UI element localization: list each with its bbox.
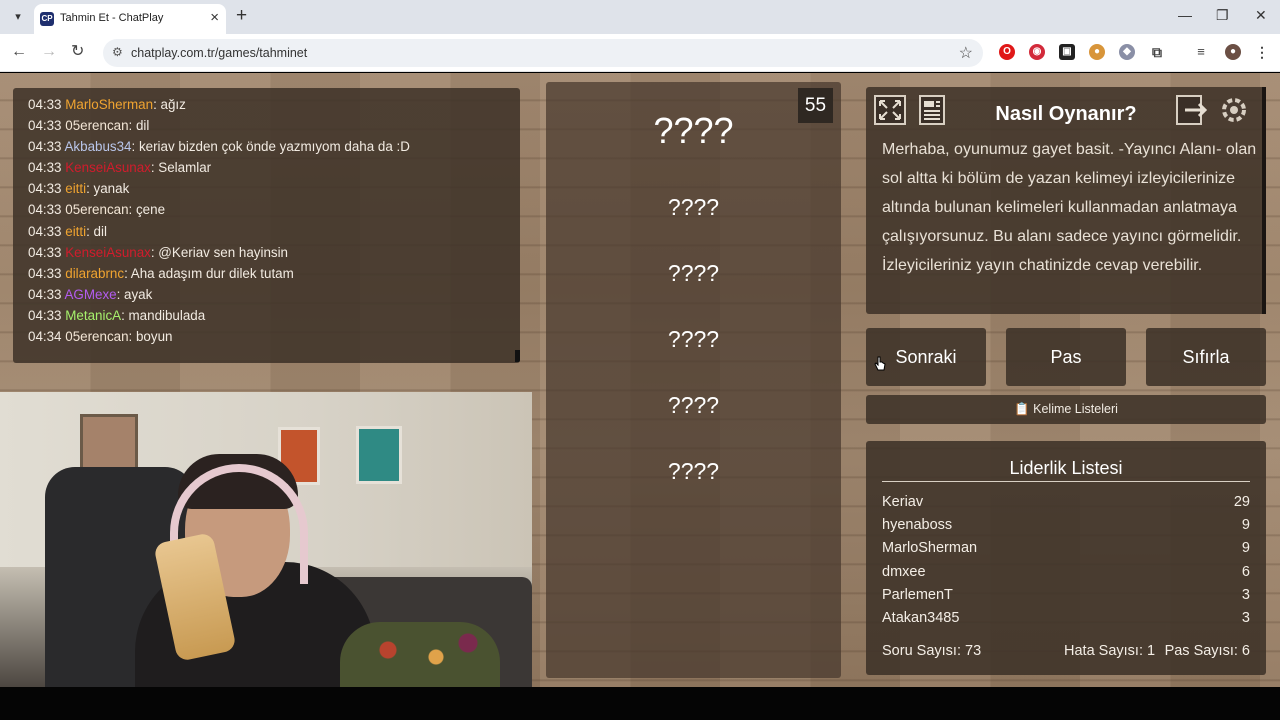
player-score: 29 bbox=[1233, 494, 1250, 510]
player-score: 3 bbox=[1241, 609, 1250, 626]
media-icon[interactable]: ≡ bbox=[1193, 44, 1209, 60]
extension-red-icon[interactable]: ◉ bbox=[1029, 44, 1045, 60]
leaderboard-row: ParlemenT 3 bbox=[882, 584, 1250, 607]
leaderboard-row: Atakan3485 3 bbox=[882, 607, 1250, 630]
tab-active[interactable]: CP Tahmin Et - ChatPlay × bbox=[34, 4, 226, 34]
tab-search-button[interactable]: ▾ bbox=[8, 7, 28, 27]
chat-username[interactable]: 05erencan bbox=[65, 202, 128, 217]
chatplay-favicon-icon: CP bbox=[40, 12, 54, 26]
word-lists-button[interactable]: 📋 Kelime Listeleri bbox=[866, 395, 1266, 424]
player-score: 9 bbox=[1241, 540, 1250, 557]
chat-username[interactable]: eitti bbox=[65, 181, 86, 196]
player-name: MarloSherman bbox=[882, 540, 978, 557]
webcam-video bbox=[0, 392, 532, 692]
extension-orange-icon[interactable]: ● bbox=[1089, 44, 1105, 60]
taboo-word: ???? bbox=[667, 392, 720, 418]
tab-title: Tahmin Et - ChatPlay bbox=[60, 12, 164, 24]
tab-bar: ▾ CP Tahmin Et - ChatPlay × + — ❐ ✕ bbox=[0, 0, 1280, 34]
leaderboard-row: Keriav 29 bbox=[882, 491, 1250, 514]
minimize-icon[interactable]: — bbox=[1178, 7, 1192, 23]
pass-button[interactable]: Pas bbox=[1006, 328, 1126, 386]
leaderboard-panel: Liderlik Listesi Keriav 29 hyenaboss 9 Mar… bbox=[866, 441, 1266, 675]
player-score: 6 bbox=[1241, 563, 1250, 580]
gear-icon[interactable] bbox=[1217, 94, 1251, 126]
player-name: hyenaboss bbox=[882, 517, 953, 534]
chat-username[interactable]: Akbabus34 bbox=[65, 139, 132, 154]
chat-message: 04:33 05erencan: dil bbox=[28, 118, 150, 134]
leaderboard-row: MarloSherman 9 bbox=[882, 537, 1250, 560]
pass-count: Pas Sayısı: 6 bbox=[1164, 643, 1250, 659]
player-name: Keriav bbox=[882, 494, 924, 510]
reset-button[interactable]: Sıfırla bbox=[1146, 328, 1266, 386]
chat-message: 04:33 MetanicA: mandibulada bbox=[28, 307, 206, 323]
page-bottom-bar bbox=[0, 687, 1280, 720]
words-panel: 55 ???? ???? ???? ???? ???? ???? bbox=[546, 82, 841, 678]
leaderboard-row: hyenaboss 9 bbox=[882, 514, 1250, 537]
chat-username[interactable]: eitti bbox=[65, 224, 86, 239]
player-name: ParlemenT bbox=[882, 586, 953, 603]
forward-icon[interactable]: → bbox=[41, 43, 57, 61]
browser-toolbar: ← → ↻ ⚙ chatplay.com.tr/games/tahminet ☆… bbox=[0, 34, 1280, 72]
back-icon[interactable]: ← bbox=[11, 43, 27, 61]
mouse-cursor-icon bbox=[874, 356, 886, 372]
chat-username[interactable]: 05erencan bbox=[65, 118, 128, 133]
chat-list: 04:33 MarloSherman: ağız 04:33 05erencan… bbox=[28, 94, 510, 347]
leaderboard-row: dmxee 6 bbox=[882, 561, 1250, 584]
main-word: ???? bbox=[653, 110, 734, 151]
chat-message: 04:33 AGMexe: ayak bbox=[28, 286, 153, 302]
chat-username[interactable]: MetanicA bbox=[65, 308, 121, 323]
extension-dark-icon[interactable]: ▣ bbox=[1059, 44, 1075, 60]
leaderboard-divider bbox=[882, 481, 1250, 482]
chat-panel: 04:33 MarloSherman: ağız 04:33 05erencan… bbox=[13, 88, 520, 363]
shield-icon[interactable]: ◆ bbox=[1119, 44, 1135, 60]
profile-icon[interactable]: ● bbox=[1225, 44, 1241, 60]
webcam-painting bbox=[356, 426, 402, 484]
howto-description: Merhaba, oyunumuz gayet basit. -Yayıncı … bbox=[882, 141, 1257, 274]
error-count: Hata Sayısı: 1 bbox=[1064, 643, 1156, 659]
player-name: dmxee bbox=[882, 563, 926, 580]
taboo-word: ???? bbox=[667, 260, 720, 286]
leaderboard-list: Keriav 29 hyenaboss 9 MarloSherman 9 dmxee 6… bbox=[882, 491, 1250, 630]
leaderboard-title: Liderlik Listesi bbox=[1009, 458, 1123, 478]
chat-message: 04:33 eitti: dil bbox=[28, 223, 107, 239]
chat-scrollbar[interactable] bbox=[515, 350, 520, 362]
taboo-word: ???? bbox=[667, 458, 720, 484]
player-score: 9 bbox=[1241, 517, 1250, 534]
puzzle-icon[interactable]: ⧉ bbox=[1149, 44, 1165, 60]
player-score: 3 bbox=[1241, 586, 1250, 603]
chat-username[interactable]: AGMexe bbox=[65, 287, 117, 302]
chat-username[interactable]: 05erencan bbox=[65, 329, 128, 344]
chat-message: 04:33 05erencan: çene bbox=[28, 202, 166, 218]
chat-message: 04:33 KenseiAsunax: Selamlar bbox=[28, 160, 212, 176]
chat-username[interactable]: MarloSherman bbox=[65, 97, 153, 112]
close-window-icon[interactable]: ✕ bbox=[1255, 7, 1267, 24]
question-count: Soru Sayısı: 73 bbox=[882, 643, 982, 659]
new-tab-icon[interactable]: + bbox=[236, 6, 247, 26]
chat-username[interactable]: KenseiAsunax bbox=[65, 160, 151, 175]
restore-icon[interactable]: ❐ bbox=[1216, 7, 1229, 24]
taboo-word: ???? bbox=[667, 326, 720, 352]
webcam-plant bbox=[340, 622, 500, 692]
chat-message: 04:33 Akbabus34: keriav bizden çok önde … bbox=[28, 139, 410, 155]
chat-username[interactable]: dilarabrnc bbox=[65, 266, 124, 281]
chat-message: 04:33 KenseiAsunax: @Keriav sen hayinsin bbox=[28, 244, 289, 260]
chat-message: 04:33 dilarabrnc: Aha adaşım dur dilek t… bbox=[28, 265, 294, 281]
chat-message: 04:33 eitti: yanak bbox=[28, 181, 130, 197]
tab-close-icon[interactable]: × bbox=[210, 10, 219, 26]
site-info-icon[interactable]: ⚙ bbox=[112, 45, 123, 59]
logout-icon[interactable] bbox=[1175, 94, 1209, 126]
chat-username[interactable]: KenseiAsunax bbox=[65, 245, 151, 260]
kebab-menu-icon[interactable]: ⋮ bbox=[1254, 44, 1270, 60]
address-bar[interactable]: ⚙ chatplay.com.tr/games/tahminet ☆ bbox=[103, 39, 983, 67]
opera-icon[interactable]: O bbox=[999, 44, 1015, 60]
howto-panel: Nasıl Oynanır? Merhaba, oyunumuz gayet b… bbox=[866, 87, 1266, 314]
star-icon[interactable]: ☆ bbox=[959, 43, 973, 63]
chat-message: 04:34 05erencan: boyun bbox=[28, 329, 173, 345]
player-name: Atakan3485 bbox=[882, 609, 960, 626]
taboo-word: ???? bbox=[667, 194, 720, 220]
howto-scrollbar[interactable] bbox=[1262, 87, 1266, 314]
chat-message: 04:33 MarloSherman: ağız bbox=[28, 97, 186, 112]
url-text[interactable]: chatplay.com.tr/games/tahminet bbox=[131, 46, 307, 60]
reload-icon[interactable]: ↻ bbox=[71, 43, 84, 61]
